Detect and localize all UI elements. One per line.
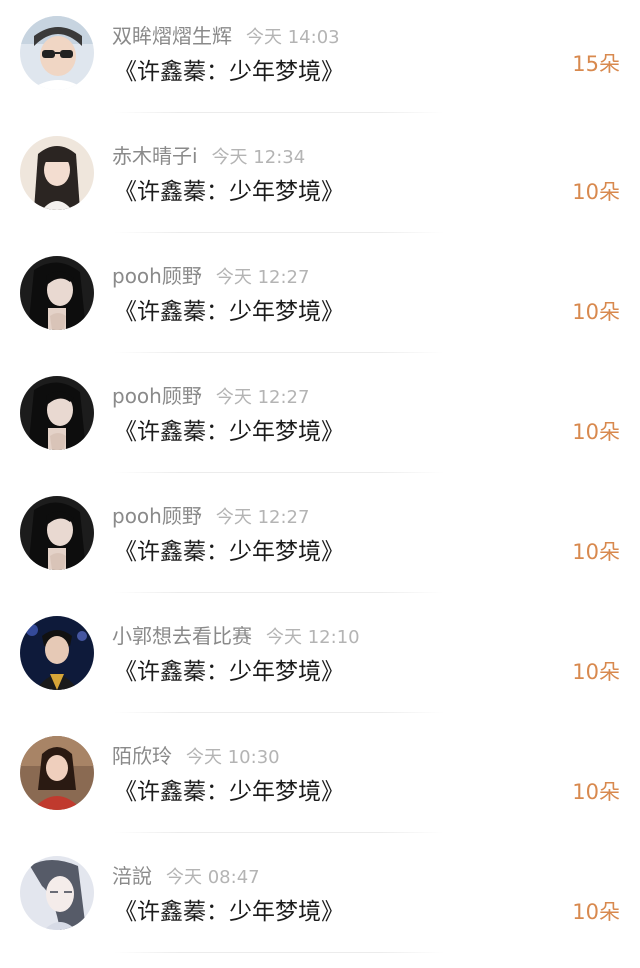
avatar-woman-dark-hair-icon[interactable] xyxy=(20,256,94,330)
item-title: 《许鑫蓁：少年梦境》 xyxy=(114,899,344,925)
flower-count: 10朵 xyxy=(572,540,620,564)
divider xyxy=(114,352,444,353)
list-item[interactable]: 赤木晴子i 今天 12:34 《许鑫蓁：少年梦境》 10朵 xyxy=(0,120,640,240)
timestamp: 今天 12:27 xyxy=(215,267,310,288)
username[interactable]: 赤木晴子i xyxy=(112,144,198,168)
flower-count: 10朵 xyxy=(572,780,620,804)
timestamp: 今天 12:34 xyxy=(211,147,306,168)
item-meta: pooh顾野 今天 12:27 xyxy=(112,502,309,530)
item-title: 《许鑫蓁：少年梦境》 xyxy=(114,419,344,445)
list-item[interactable]: pooh顾野 今天 12:27 《许鑫蓁：少年梦境》 10朵 xyxy=(0,240,640,360)
avatar-woman-dark-hair-icon[interactable] xyxy=(20,376,94,450)
list-item[interactable]: 小郭想去看比赛 今天 12:10 《许鑫蓁：少年梦境》 10朵 xyxy=(0,600,640,720)
divider xyxy=(114,232,444,233)
flower-count: 10朵 xyxy=(572,900,620,924)
divider xyxy=(114,112,444,113)
timestamp: 今天 10:30 xyxy=(186,747,280,768)
divider xyxy=(114,712,444,713)
avatar-girl-glasses-icon[interactable] xyxy=(20,16,94,90)
item-meta: pooh顾野 今天 12:27 xyxy=(112,262,309,290)
username[interactable]: pooh顾野 xyxy=(112,504,202,528)
timestamp: 今天 08:47 xyxy=(166,867,260,888)
item-title: 《许鑫蓁：少年梦境》 xyxy=(114,179,344,205)
flower-count: 10朵 xyxy=(572,420,620,444)
item-meta: 赤木晴子i 今天 12:34 xyxy=(112,142,305,170)
flower-count: 10朵 xyxy=(572,180,620,204)
item-meta: pooh顾野 今天 12:27 xyxy=(112,382,309,410)
item-meta: 小郭想去看比赛 今天 12:10 xyxy=(112,622,360,650)
list-item[interactable]: 陌欣玲 今天 10:30 《许鑫蓁：少年梦境》 10朵 xyxy=(0,720,640,840)
avatar-woman-dark-hair-icon[interactable] xyxy=(20,496,94,570)
avatar-illustrated-woman-icon[interactable] xyxy=(20,856,94,930)
avatar-performer-stage-icon[interactable] xyxy=(20,616,94,690)
avatar-girl-red-outfit-icon[interactable] xyxy=(20,736,94,810)
timestamp: 今天 12:27 xyxy=(215,387,310,408)
list-item[interactable]: 涪說 今天 08:47 《许鑫蓁：少年梦境》 10朵 xyxy=(0,840,640,960)
item-meta: 陌欣玲 今天 10:30 xyxy=(112,742,280,770)
flower-count: 10朵 xyxy=(572,660,620,684)
item-title: 《许鑫蓁：少年梦境》 xyxy=(114,779,344,805)
item-title: 《许鑫蓁：少年梦境》 xyxy=(114,299,344,325)
username[interactable]: 涪說 xyxy=(112,864,152,888)
divider xyxy=(114,592,444,593)
username[interactable]: pooh顾野 xyxy=(112,264,202,288)
username[interactable]: 陌欣玲 xyxy=(112,744,172,768)
flower-count: 15朵 xyxy=(572,52,620,76)
gift-record-list: 双眸熠熠生辉 今天 14:03 《许鑫蓁：少年梦境》 15朵 赤木晴子i 今天 12… xyxy=(0,0,640,968)
timestamp: 今天 14:03 xyxy=(246,27,340,48)
item-title: 《许鑫蓁：少年梦境》 xyxy=(114,539,344,565)
username[interactable]: 双眸熠熠生辉 xyxy=(112,24,232,48)
flower-count: 10朵 xyxy=(572,300,620,324)
item-meta: 双眸熠熠生辉 今天 14:03 xyxy=(112,22,340,50)
divider xyxy=(114,952,444,953)
divider xyxy=(114,832,444,833)
timestamp: 今天 12:27 xyxy=(215,507,310,528)
timestamp: 今天 12:10 xyxy=(266,627,360,648)
list-item[interactable]: pooh顾野 今天 12:27 《许鑫蓁：少年梦境》 10朵 xyxy=(0,360,640,480)
item-title: 《许鑫蓁：少年梦境》 xyxy=(114,659,344,685)
divider xyxy=(114,472,444,473)
avatar-girl-long-hair-icon[interactable] xyxy=(20,136,94,210)
list-item[interactable]: pooh顾野 今天 12:27 《许鑫蓁：少年梦境》 10朵 xyxy=(0,480,640,600)
item-meta: 涪說 今天 08:47 xyxy=(112,862,260,890)
list-item[interactable]: 双眸熠熠生辉 今天 14:03 《许鑫蓁：少年梦境》 15朵 xyxy=(0,0,640,120)
username[interactable]: pooh顾野 xyxy=(112,384,202,408)
username[interactable]: 小郭想去看比赛 xyxy=(112,624,252,648)
item-title: 《许鑫蓁：少年梦境》 xyxy=(114,59,344,85)
